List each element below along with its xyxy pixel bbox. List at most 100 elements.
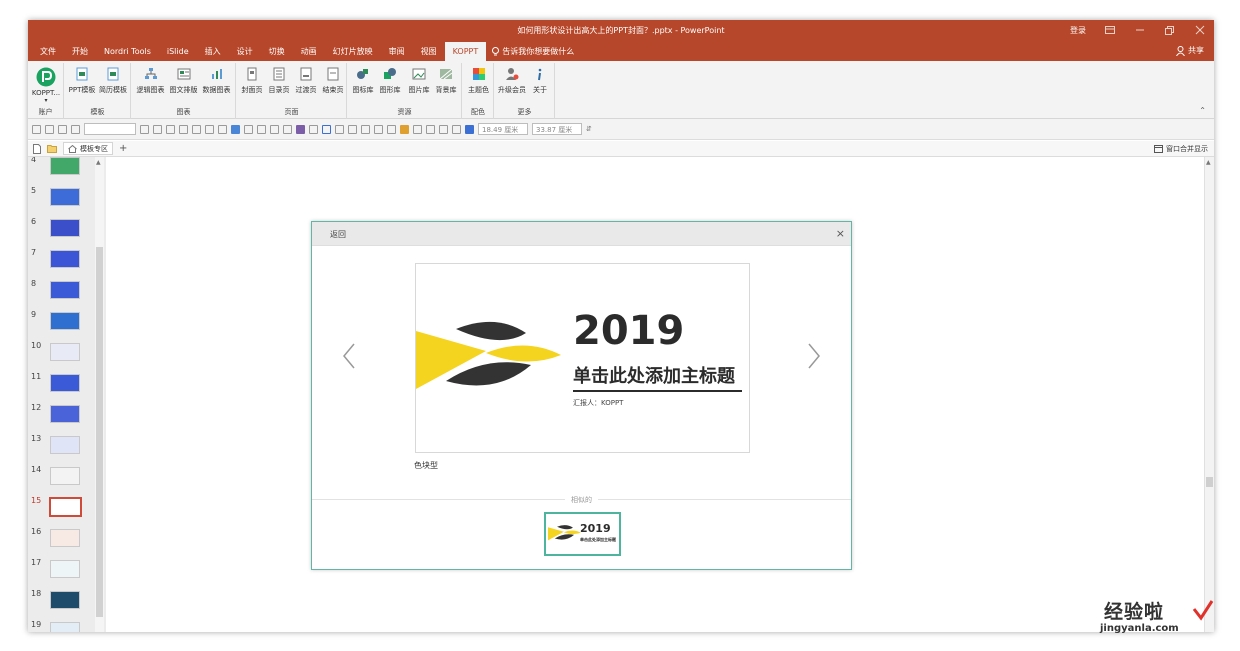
shape-height-input[interactable]: 33.87 厘米 [532, 123, 582, 135]
icon-library-button[interactable]: 图标库 [350, 67, 376, 95]
slide-preview[interactable] [50, 188, 80, 206]
toolbar-tool-icon[interactable] [348, 124, 357, 134]
toolbar-tool-icon[interactable] [309, 124, 318, 134]
toolbar-tool-icon[interactable] [166, 124, 175, 134]
slide-thumbnail[interactable]: 12 [28, 401, 94, 432]
toolbar-tool-icon[interactable] [452, 124, 461, 134]
toolbar-tool-icon[interactable] [140, 124, 149, 134]
toolbar-tool-icon[interactable] [335, 124, 344, 134]
slide-preview[interactable] [50, 312, 80, 330]
toolbar-tool-icon[interactable] [361, 124, 370, 134]
toolbar-tool-icon[interactable] [244, 124, 253, 134]
slide-preview[interactable] [50, 250, 80, 268]
brush-icon[interactable] [400, 124, 409, 134]
tab-file[interactable]: 文件 [32, 42, 64, 61]
scrollbar-thumb[interactable] [96, 247, 103, 617]
template-preview-slide[interactable]: 2019 单击此处添加主标题 汇报人：KOPPT [415, 263, 750, 453]
template-zone-tab[interactable]: 模板专区 [63, 142, 113, 155]
tab-home[interactable]: 开始 [64, 42, 96, 61]
login-link[interactable]: 登录 [1070, 25, 1086, 36]
tab-insert[interactable]: 插入 [197, 42, 229, 61]
tab-transitions[interactable]: 切换 [261, 42, 293, 61]
tab-slideshow[interactable]: 幻灯片放映 [325, 42, 381, 61]
toolbar-tool-icon[interactable] [179, 124, 188, 134]
back-button[interactable]: 返回 [330, 229, 346, 240]
color-fill-icon[interactable] [231, 124, 240, 134]
slide-preview[interactable] [50, 219, 80, 237]
toolbar-tool-icon[interactable] [283, 124, 292, 134]
slide-thumbnail[interactable]: 19 [28, 618, 94, 632]
tab-islide[interactable]: iSlide [159, 42, 197, 61]
chart-tool-icon[interactable] [296, 124, 305, 134]
slide-thumbnail[interactable]: 7 [28, 246, 94, 277]
slide-thumbnail[interactable]: 5 [28, 184, 94, 215]
window-merge-button[interactable]: 窗口合并显示 [1154, 144, 1208, 154]
toc-page-button[interactable]: 目录页 [266, 67, 292, 95]
theme-color-button[interactable]: 主题色 [465, 67, 492, 95]
toolbar-tool-icon[interactable] [426, 124, 435, 134]
next-arrow-icon[interactable] [807, 342, 821, 370]
toolbar-tool-icon[interactable] [218, 124, 227, 134]
font-select[interactable] [84, 123, 136, 135]
toolbar-tool-icon[interactable] [413, 124, 422, 134]
slide-preview[interactable] [50, 405, 80, 423]
toolbar-tool-icon[interactable] [71, 124, 80, 134]
logic-chart-button[interactable]: 逻辑图表 [134, 67, 167, 95]
scroll-up-icon[interactable]: ▲ [96, 159, 101, 166]
toolbar-tool-icon[interactable] [205, 124, 214, 134]
toolbar-tool-icon[interactable] [192, 124, 201, 134]
slide-thumbnail[interactable]: 9 [28, 308, 94, 339]
scroll-up-icon[interactable]: ▲ [1206, 159, 1211, 166]
minimize-icon[interactable] [1134, 24, 1146, 36]
slide-preview[interactable] [50, 591, 80, 609]
toolbar-tool-icon[interactable] [32, 124, 41, 134]
shape-width-input[interactable]: 18.49 厘米 [478, 123, 528, 135]
slide-thumbnail[interactable]: 14 [28, 463, 94, 494]
toolbar-tool-icon[interactable] [58, 124, 67, 134]
tab-animations[interactable]: 动画 [293, 42, 325, 61]
more-tools-icon[interactable]: ⇵ [586, 125, 592, 133]
tab-nordri-tools[interactable]: Nordri Tools [96, 42, 159, 61]
slide-preview[interactable] [50, 157, 80, 175]
slide-thumbnail[interactable]: 10 [28, 339, 94, 370]
slide-preview[interactable] [50, 622, 80, 632]
tell-me-search[interactable]: 告诉我你想要做什么 [492, 46, 574, 57]
resume-template-button[interactable]: 简历模板 [98, 67, 128, 95]
toolbar-tool-icon[interactable] [257, 124, 266, 134]
image-library-button[interactable]: 图片库 [406, 67, 432, 95]
slide-preview[interactable] [50, 436, 80, 454]
image-text-layout-button[interactable]: 图文排版 [167, 67, 200, 95]
tab-koppt[interactable]: KOPPT [444, 42, 487, 61]
similar-template-thumbnail[interactable]: 2019 单击此处添加主标题 [544, 512, 621, 556]
tab-review[interactable]: 审阅 [381, 42, 413, 61]
ppt-template-button[interactable]: PPT模板 [67, 67, 97, 95]
slide-thumbnail[interactable]: 18 [28, 587, 94, 618]
shape-library-button[interactable]: 图形库 [377, 67, 403, 95]
arrow-shape-icon[interactable] [322, 124, 331, 134]
share-button[interactable]: 共享 [1176, 45, 1204, 56]
tab-design[interactable]: 设计 [229, 42, 261, 61]
slide-preview[interactable] [50, 343, 80, 361]
tab-view[interactable]: 视图 [413, 42, 445, 61]
upgrade-member-button[interactable]: 升级会员 [497, 67, 527, 95]
slide-thumbnail[interactable]: 4 [28, 157, 94, 184]
cover-page-button[interactable]: 封面页 [239, 67, 265, 95]
thumbnail-scrollbar[interactable]: ▲ [95, 157, 104, 632]
toolbar-tool-icon[interactable] [374, 124, 383, 134]
ribbon-display-icon[interactable] [1104, 24, 1116, 36]
collapse-ribbon-icon[interactable]: ⌃ [1199, 106, 1206, 115]
koppt-account-button[interactable]: KOPPT... ▾ [30, 67, 62, 104]
about-button[interactable]: 关于 [528, 67, 552, 95]
close-window-icon[interactable] [1194, 24, 1206, 36]
grid-icon[interactable] [465, 124, 474, 134]
slide-thumbnail[interactable]: 17 [28, 556, 94, 587]
toolbar-tool-icon[interactable] [439, 124, 448, 134]
new-file-icon[interactable] [33, 143, 41, 154]
restore-icon[interactable] [1164, 24, 1176, 36]
slide-preview[interactable] [50, 374, 80, 392]
add-tab-icon[interactable]: + [119, 143, 127, 154]
slide-preview[interactable] [50, 529, 80, 547]
transition-page-button[interactable]: 过渡页 [293, 67, 319, 95]
slide-thumbnail[interactable]: 8 [28, 277, 94, 308]
slide-preview[interactable] [50, 467, 80, 485]
